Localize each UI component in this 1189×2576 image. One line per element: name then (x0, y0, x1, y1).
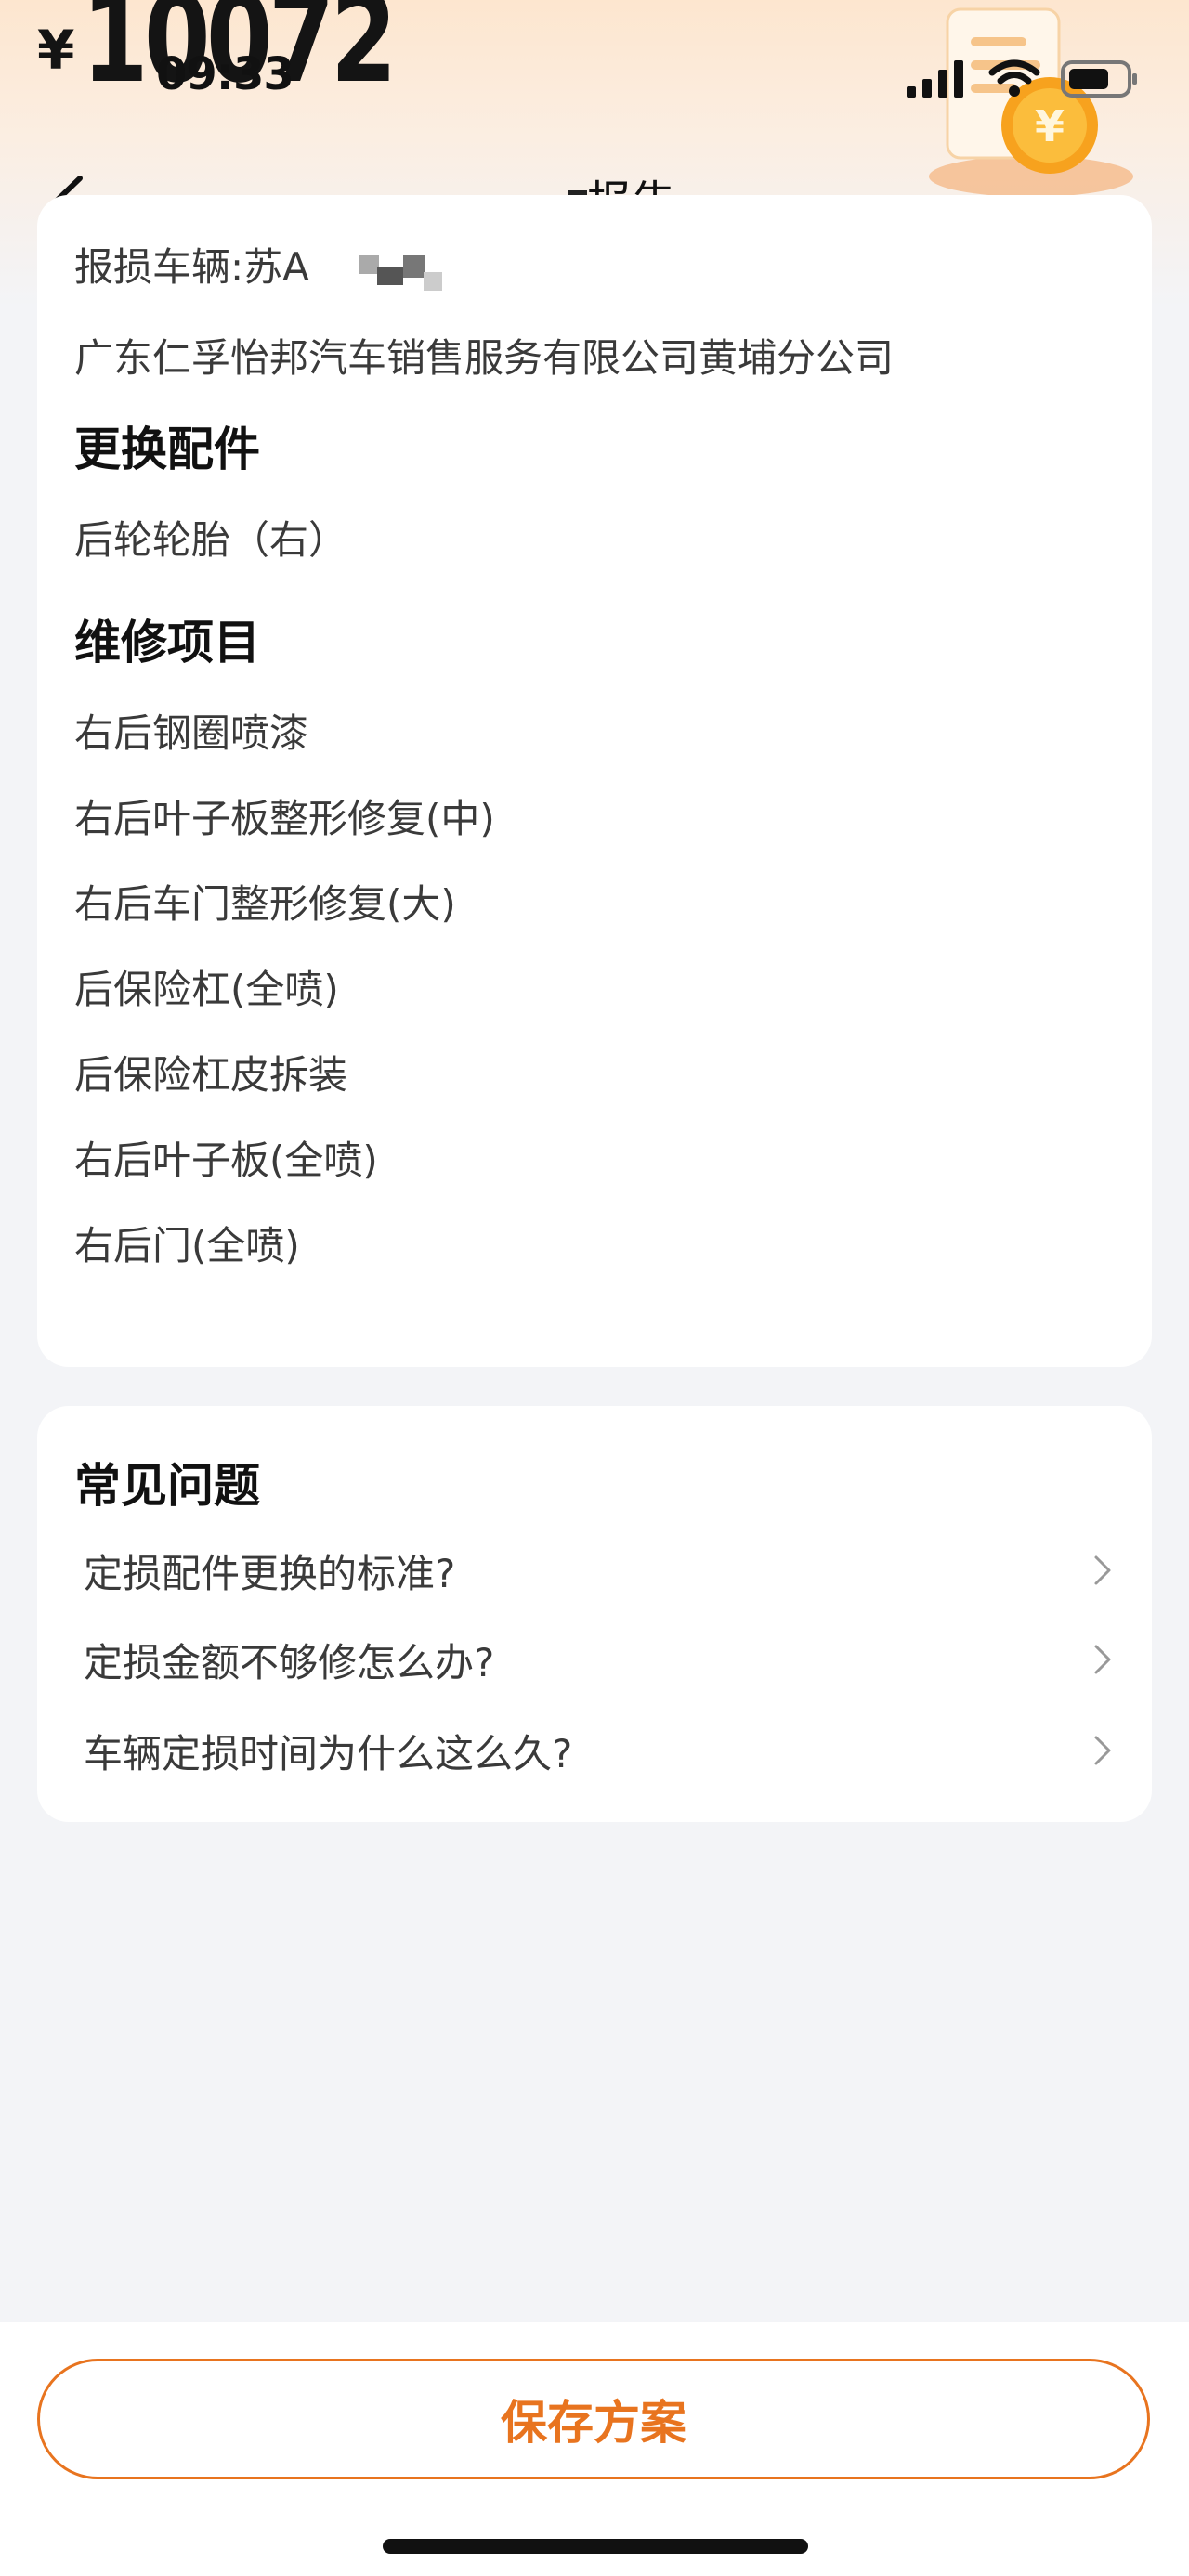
list-item: 右后叶子板(全喷) (74, 1138, 378, 1183)
faq-item[interactable]: 定损配件更换的标准? (84, 1529, 1115, 1612)
chevron-right-icon (1094, 1736, 1111, 1765)
faq-item-label: 定损配件更换的标准? (84, 1550, 456, 1596)
faq-item[interactable]: 定损金额不够修怎么办? (84, 1618, 1115, 1701)
repair-shop-name: 广东仁孚怡邦汽车销售服务有限公司黄埔分公司 (74, 335, 895, 381)
replace-parts-heading: 更换配件 (74, 423, 260, 476)
wifi-icon (988, 59, 1040, 97)
list-item: 后保险杠皮拆装 (74, 1052, 348, 1098)
faq-item[interactable]: 车辆定损时间为什么这么久? (84, 1709, 1115, 1792)
home-indicator[interactable] (383, 2539, 808, 2554)
list-item: 后轮轮胎（右） (74, 517, 348, 563)
save-plan-button[interactable]: 保存方案 (37, 2359, 1150, 2479)
redacted-mosaic (321, 248, 443, 293)
list-item: 右后门(全喷) (74, 1223, 300, 1268)
vehicle-plate: 报损车辆:苏A (74, 236, 443, 293)
chevron-right-icon (1094, 1555, 1111, 1585)
status-icons (907, 59, 1139, 98)
list-item: 右后钢圈喷漆 (74, 710, 309, 756)
svg-text:¥: ¥ (1035, 101, 1065, 151)
faq-heading: 常见问题 (74, 1459, 260, 1513)
faq-item-label: 定损金额不够修怎么办? (84, 1639, 495, 1685)
repair-items-heading: 维修项目 (74, 616, 260, 670)
report-card: 报损车辆:苏A 广东仁孚怡邦汽车销售服务有限公司黄埔分公司 更换配件 后轮轮胎（… (37, 195, 1152, 1367)
list-item: 后保险杠(全喷) (74, 967, 339, 1012)
currency-symbol: ¥ (37, 19, 75, 82)
faq-card: 常见问题 定损配件更换的标准? 定损金额不够修怎么办? 车辆定损时间为什么这么久… (37, 1406, 1152, 1822)
battery-icon (1061, 60, 1137, 98)
list-item: 右后叶子板整形修复(中) (74, 796, 495, 841)
cellular-signal-icon (907, 60, 963, 98)
list-item: 右后车门整形修复(大) (74, 881, 456, 927)
chevron-right-icon (1094, 1645, 1111, 1674)
status-time: 09:33 (156, 48, 294, 100)
faq-item-label: 车辆定损时间为什么这么久? (84, 1730, 573, 1776)
